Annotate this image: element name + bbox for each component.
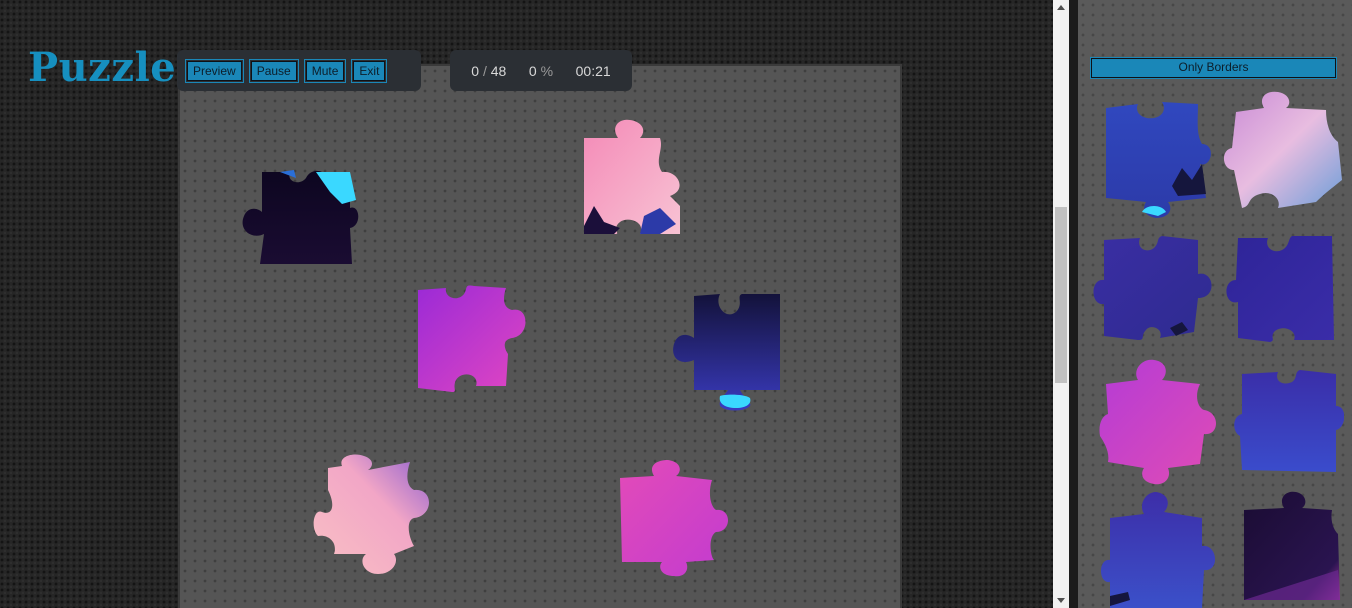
pieces-counter: 0 / 48 bbox=[471, 63, 506, 79]
board-piece-purple[interactable] bbox=[414, 282, 532, 396]
vertical-scrollbar[interactable] bbox=[1053, 0, 1069, 608]
game-stats: 0 / 48 0 % 00:21 bbox=[450, 50, 632, 91]
scroll-thumb[interactable] bbox=[1055, 207, 1067, 383]
tray-piece-indigo-3[interactable] bbox=[1232, 366, 1344, 478]
scroll-down-arrow-icon[interactable] bbox=[1057, 598, 1065, 603]
board-piece-magenta[interactable] bbox=[614, 456, 732, 580]
percent-value: 0 bbox=[528, 62, 537, 79]
mute-button[interactable]: Mute bbox=[303, 58, 347, 83]
tray-piece-lavender[interactable] bbox=[1222, 90, 1346, 212]
progress-percent: 0 % bbox=[529, 63, 553, 79]
tray-piece-magenta[interactable] bbox=[1098, 356, 1220, 486]
pause-button[interactable]: Pause bbox=[248, 58, 299, 83]
only-borders-button[interactable]: Only Borders bbox=[1090, 57, 1337, 79]
preview-button[interactable]: Preview bbox=[185, 58, 244, 83]
tray-piece-dark[interactable] bbox=[1234, 490, 1346, 602]
tray-piece-indigo-1[interactable] bbox=[1090, 232, 1220, 342]
board-piece-navy-cyan[interactable] bbox=[670, 290, 786, 414]
placed-count: 0 bbox=[471, 62, 480, 79]
board-piece-peach[interactable] bbox=[310, 450, 436, 576]
tray-piece-indigo-4[interactable] bbox=[1098, 488, 1222, 608]
percent-sign: % bbox=[540, 62, 554, 79]
game-toolbar: Preview Pause Mute Exit bbox=[177, 50, 421, 91]
count-separator: / bbox=[482, 62, 487, 79]
board-piece-pink-top[interactable] bbox=[580, 116, 686, 238]
panel-divider bbox=[1069, 0, 1078, 608]
puzzle-board[interactable] bbox=[178, 64, 902, 608]
game-timer: 00:21 bbox=[575, 62, 611, 79]
app-logo-title: Puzzle bbox=[28, 44, 177, 91]
exit-button[interactable]: Exit bbox=[351, 58, 388, 83]
tray-piece-indigo-2[interactable] bbox=[1222, 232, 1338, 344]
tray-piece-blue[interactable] bbox=[1098, 98, 1214, 220]
board-piece-dark-cyan[interactable] bbox=[238, 164, 362, 268]
total-count: 48 bbox=[490, 62, 507, 79]
scroll-up-arrow-icon[interactable] bbox=[1057, 5, 1065, 10]
